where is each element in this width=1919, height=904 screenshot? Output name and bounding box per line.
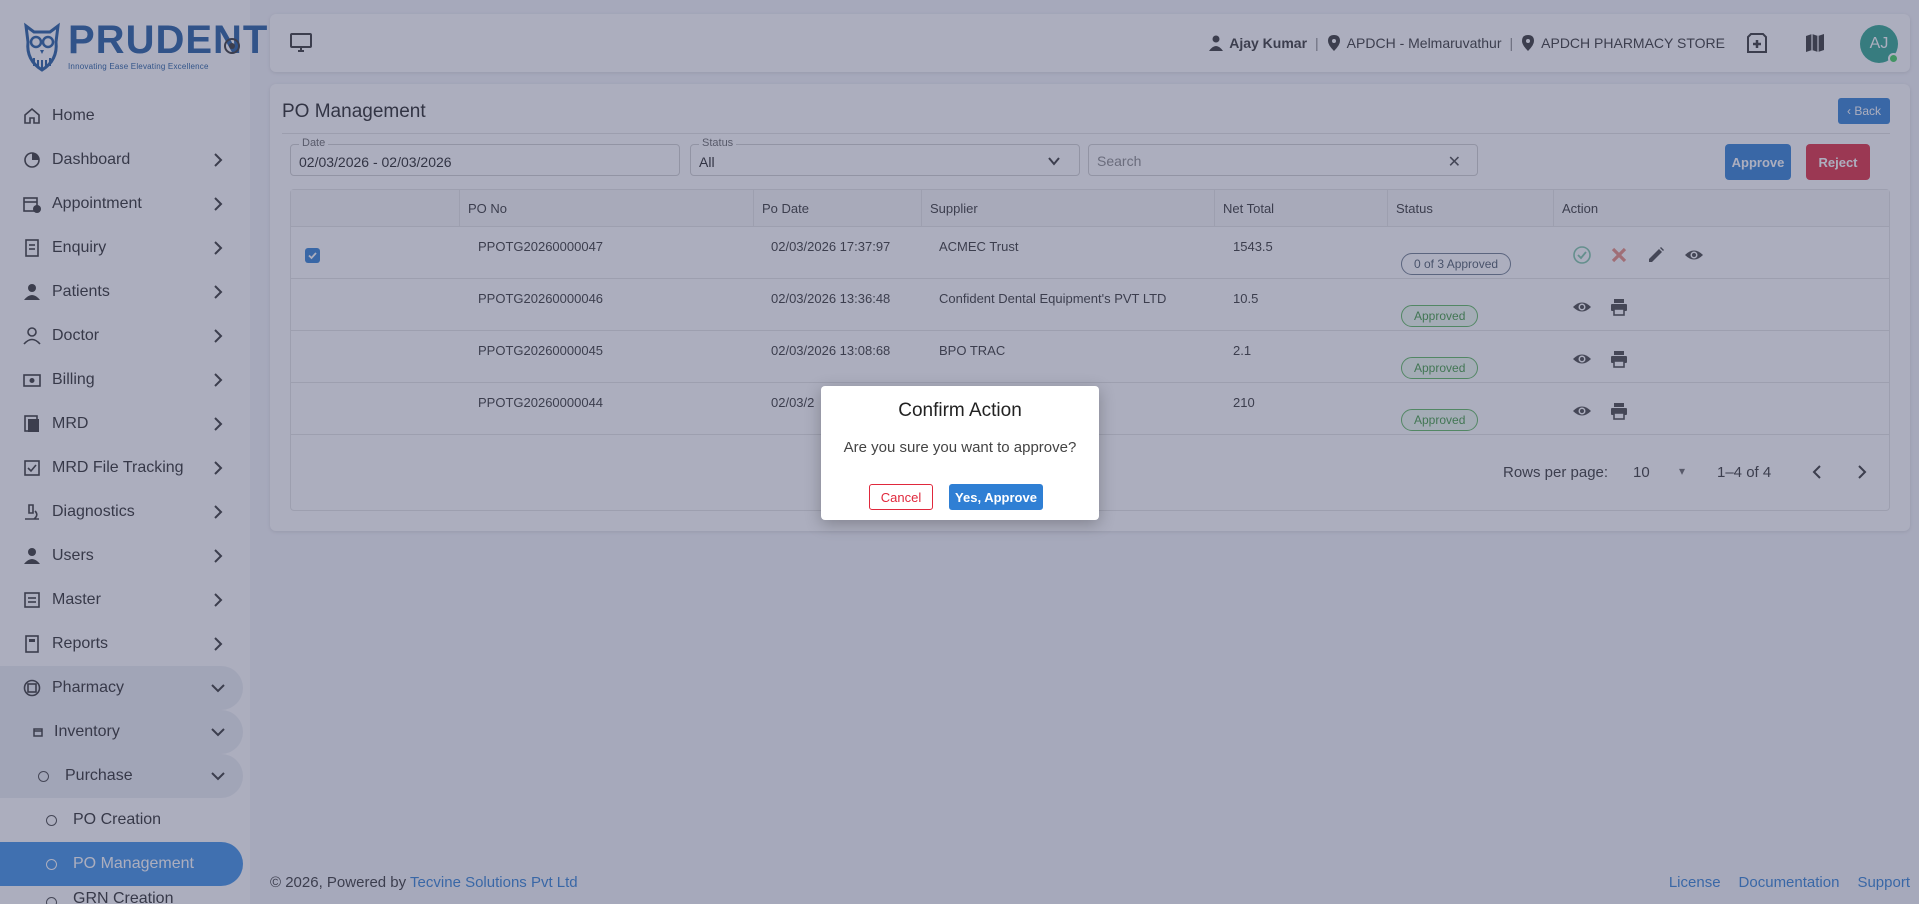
cancel-button[interactable]: Cancel bbox=[869, 484, 933, 510]
yes-approve-button[interactable]: Yes, Approve bbox=[949, 484, 1043, 510]
dialog-title: Confirm Action bbox=[898, 400, 1022, 421]
confirm-dialog: Confirm Action Are you sure you want to … bbox=[821, 386, 1099, 520]
dialog-message: Are you sure you want to approve? bbox=[843, 439, 1077, 456]
